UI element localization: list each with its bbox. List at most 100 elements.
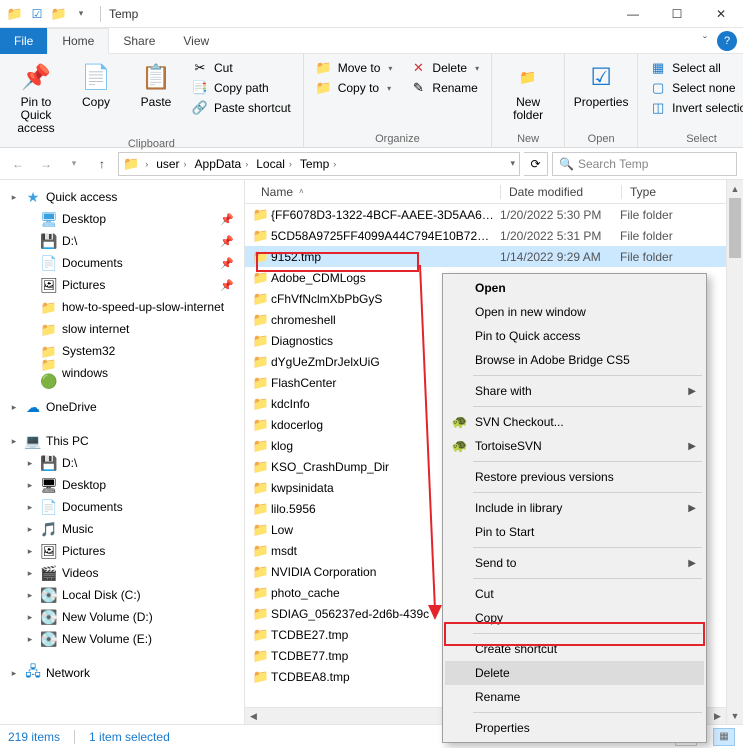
- copy-to-button[interactable]: Copy to▾: [312, 78, 397, 98]
- delete-button[interactable]: ✕Delete▾: [406, 58, 483, 78]
- nav-item[interactable]: ▸💾D:\: [0, 452, 244, 474]
- nav-item[interactable]: 🖼Pictures📌: [0, 274, 244, 296]
- invert-selection-button[interactable]: ◫Invert selection: [646, 98, 743, 118]
- tab-view[interactable]: View: [169, 28, 223, 54]
- select-all-button[interactable]: ▦Select all: [646, 58, 743, 78]
- menu-restore-versions[interactable]: Restore previous versions: [445, 465, 704, 489]
- nav-item[interactable]: 💾D:\📌: [0, 230, 244, 252]
- scroll-left-icon[interactable]: ◀: [245, 708, 262, 724]
- select-none-button[interactable]: ▢Select none: [646, 78, 743, 98]
- nav-item[interactable]: how-to-speed-up-slow-internet: [0, 296, 244, 318]
- tab-file[interactable]: File: [0, 28, 47, 54]
- nav-item-icon: 💾: [40, 455, 58, 472]
- col-type[interactable]: Type: [622, 185, 743, 199]
- close-button[interactable]: ✕: [699, 0, 743, 28]
- file-row[interactable]: 9152.tmp1/14/2022 9:29 AMFile folder: [245, 246, 743, 267]
- col-name[interactable]: Name˄: [245, 185, 500, 199]
- qat-dropdown-icon[interactable]: ▾: [72, 5, 90, 23]
- cut-button[interactable]: ✂Cut: [188, 58, 295, 78]
- back-button[interactable]: ←: [6, 152, 30, 176]
- search-input[interactable]: 🔍 Search Temp: [552, 152, 737, 176]
- menu-send-to[interactable]: Send to▶: [445, 551, 704, 575]
- menu-create-shortcut[interactable]: Create shortcut: [445, 637, 704, 661]
- menu-properties[interactable]: Properties: [445, 716, 704, 740]
- properties-button[interactable]: ☑ Properties: [573, 58, 629, 109]
- menu-tortoise-svn[interactable]: 🐢TortoiseSVN▶: [445, 434, 704, 458]
- history-dropdown[interactable]: ▾: [62, 152, 86, 176]
- scroll-thumb[interactable]: [729, 198, 741, 258]
- menu-delete[interactable]: Delete: [445, 661, 704, 685]
- chevron-down-icon[interactable]: ▾: [510, 158, 515, 169]
- crumb[interactable]: user›: [154, 157, 190, 171]
- maximize-button[interactable]: ☐: [655, 0, 699, 28]
- properties-qat-icon[interactable]: ☑: [28, 5, 46, 23]
- nav-item[interactable]: ▸💽New Volume (E:): [0, 628, 244, 650]
- menu-pin-start[interactable]: Pin to Start: [445, 520, 704, 544]
- col-date[interactable]: Date modified: [501, 185, 621, 199]
- menu-include-library[interactable]: Include in library▶: [445, 496, 704, 520]
- tab-home[interactable]: Home: [47, 28, 109, 54]
- nav-item[interactable]: 📄Documents📌: [0, 252, 244, 274]
- nav-item[interactable]: ▸💽New Volume (D:): [0, 606, 244, 628]
- crumb[interactable]: Temp›: [298, 157, 340, 171]
- folder-icon: [251, 354, 271, 370]
- crumb[interactable]: AppData›: [193, 157, 253, 171]
- refresh-button[interactable]: ⟳: [524, 152, 548, 176]
- nav-item[interactable]: ▸🎵Music: [0, 518, 244, 540]
- new-folder-button[interactable]: New folder: [500, 58, 556, 122]
- nav-onedrive[interactable]: ▸☁OneDrive: [0, 396, 244, 418]
- newfolder-qat-icon[interactable]: [50, 5, 68, 23]
- nav-item[interactable]: ▸🖥Desktop: [0, 474, 244, 496]
- copy-path-button[interactable]: 📑Copy path: [188, 78, 295, 98]
- scroll-right-icon[interactable]: ▶: [709, 708, 726, 724]
- column-headers[interactable]: Name˄ Date modified Type: [245, 180, 743, 204]
- nav-item[interactable]: ▸📄Documents: [0, 496, 244, 518]
- rename-button[interactable]: ✎Rename: [406, 78, 483, 98]
- scrollbar-vertical[interactable]: ▲ ▼: [726, 180, 743, 724]
- star-icon: ★: [24, 189, 42, 206]
- menu-open[interactable]: Open: [445, 276, 704, 300]
- move-to-button[interactable]: Move to▾: [312, 58, 397, 78]
- nav-item-icon: 📄: [40, 499, 58, 516]
- help-icon[interactable]: ?: [717, 31, 737, 51]
- paste-button[interactable]: 📋 Paste: [128, 58, 184, 109]
- minimize-button[interactable]: —: [611, 0, 655, 28]
- rename-icon: ✎: [410, 80, 426, 96]
- navigation-pane[interactable]: ▸★Quick access 🖥Desktop📌💾D:\📌📄Documents📌…: [0, 180, 245, 724]
- crumb[interactable]: Local›: [254, 157, 296, 171]
- file-row[interactable]: 5CD58A9725FF4099A44C794E10B72C571/20/202…: [245, 225, 743, 246]
- up-button[interactable]: ↑: [90, 152, 114, 176]
- pin-quick-access-button[interactable]: 📌 Pin to Quick access: [8, 58, 64, 136]
- nav-item[interactable]: slow internet: [0, 318, 244, 340]
- menu-share-with[interactable]: Share with▶: [445, 379, 704, 403]
- paste-shortcut-button[interactable]: 🔗Paste shortcut: [188, 98, 295, 118]
- menu-open-new-window[interactable]: Open in new window: [445, 300, 704, 324]
- menu-copy[interactable]: Copy: [445, 606, 704, 630]
- scroll-up-icon[interactable]: ▲: [727, 180, 743, 197]
- file-row[interactable]: {FF6078D3-1322-4BCF-AAEE-3D5AA6745...1/2…: [245, 204, 743, 225]
- nav-item[interactable]: ▸🎬Videos: [0, 562, 244, 584]
- menu-cut[interactable]: Cut: [445, 582, 704, 606]
- nav-network[interactable]: ▸🖧Network: [0, 662, 244, 684]
- pin-indicator-icon: 📌: [220, 235, 234, 248]
- copy-button[interactable]: 📄 Copy: [68, 58, 124, 109]
- address-bar[interactable]: › user› AppData› Local› Temp› ▾: [118, 152, 520, 176]
- nav-item[interactable]: 🟢windows: [0, 362, 244, 384]
- nav-item[interactable]: System32: [0, 340, 244, 362]
- shortcut-icon: 🔗: [192, 100, 208, 116]
- menu-rename[interactable]: Rename: [445, 685, 704, 709]
- forward-button[interactable]: →: [34, 152, 58, 176]
- collapse-ribbon-icon[interactable]: ˇ: [693, 34, 717, 48]
- sort-indicator-icon: ˄: [299, 187, 304, 196]
- chevron-right-icon[interactable]: ›: [143, 159, 150, 169]
- nav-quick-access[interactable]: ▸★Quick access: [0, 186, 244, 208]
- nav-this-pc[interactable]: ▸💻This PC: [0, 430, 244, 452]
- menu-pin-quick-access[interactable]: Pin to Quick access: [445, 324, 704, 348]
- menu-browse-bridge[interactable]: Browse in Adobe Bridge CS5: [445, 348, 704, 372]
- menu-svn-checkout[interactable]: 🐢SVN Checkout...: [445, 410, 704, 434]
- nav-item[interactable]: ▸🖼Pictures: [0, 540, 244, 562]
- nav-item[interactable]: 🖥Desktop📌: [0, 208, 244, 230]
- tab-share[interactable]: Share: [109, 28, 169, 54]
- nav-item[interactable]: ▸💽Local Disk (C:): [0, 584, 244, 606]
- scroll-down-icon[interactable]: ▼: [727, 707, 743, 724]
